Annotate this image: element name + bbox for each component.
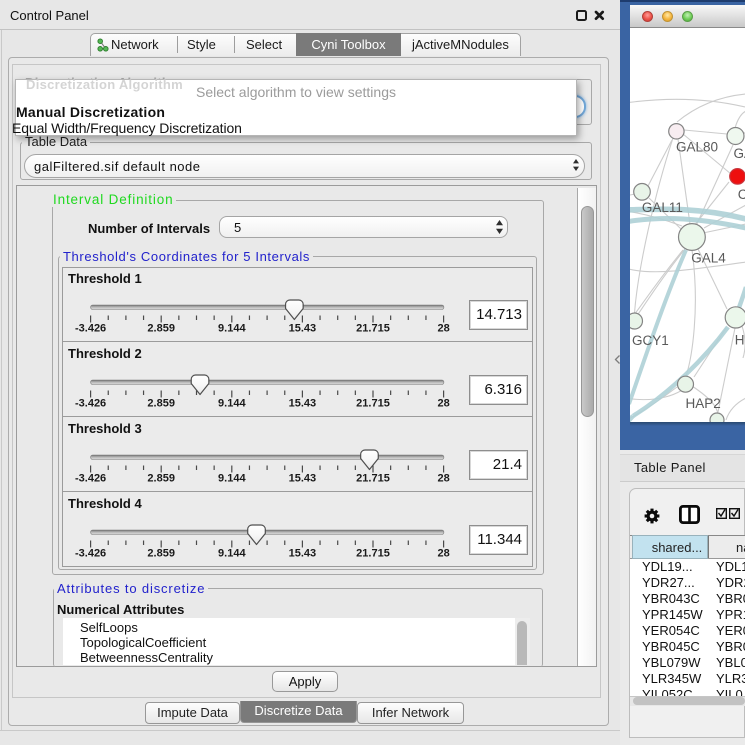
- svg-text:H: H: [735, 333, 745, 348]
- svg-text:9.144: 9.144: [218, 473, 246, 485]
- svg-text:28: 28: [437, 398, 449, 410]
- svg-text:15.43: 15.43: [289, 323, 317, 335]
- svg-text:21.715: 21.715: [356, 323, 390, 335]
- svg-text:15.43: 15.43: [289, 473, 317, 485]
- svg-text:28: 28: [437, 548, 449, 560]
- svg-text:2.859: 2.859: [147, 548, 175, 560]
- svg-text:15.43: 15.43: [289, 548, 317, 560]
- svg-text:-3.426: -3.426: [75, 548, 106, 560]
- svg-text:C: C: [738, 187, 745, 202]
- svg-text:28: 28: [437, 323, 449, 335]
- svg-text:GAL80: GAL80: [676, 140, 718, 155]
- svg-text:9.144: 9.144: [218, 548, 246, 560]
- svg-text:2.859: 2.859: [147, 323, 175, 335]
- svg-text:21.715: 21.715: [356, 473, 390, 485]
- svg-text:GA: GA: [734, 146, 745, 161]
- svg-text:28: 28: [437, 473, 449, 485]
- svg-text:9.144: 9.144: [218, 323, 246, 335]
- svg-text:-3.426: -3.426: [75, 398, 106, 410]
- svg-text:GAL4: GAL4: [691, 251, 726, 266]
- svg-text:HAP2: HAP2: [686, 396, 721, 411]
- svg-text:15.43: 15.43: [289, 398, 317, 410]
- svg-text:21.715: 21.715: [356, 548, 390, 560]
- svg-text:GAL11: GAL11: [642, 200, 683, 215]
- svg-text:2.859: 2.859: [147, 473, 175, 485]
- svg-text:GCY1: GCY1: [632, 333, 669, 348]
- svg-text:-3.426: -3.426: [75, 323, 106, 335]
- svg-text:21.715: 21.715: [356, 398, 390, 410]
- svg-text:2.859: 2.859: [147, 398, 175, 410]
- svg-text:-3.426: -3.426: [75, 473, 106, 485]
- svg-text:9.144: 9.144: [218, 398, 246, 410]
